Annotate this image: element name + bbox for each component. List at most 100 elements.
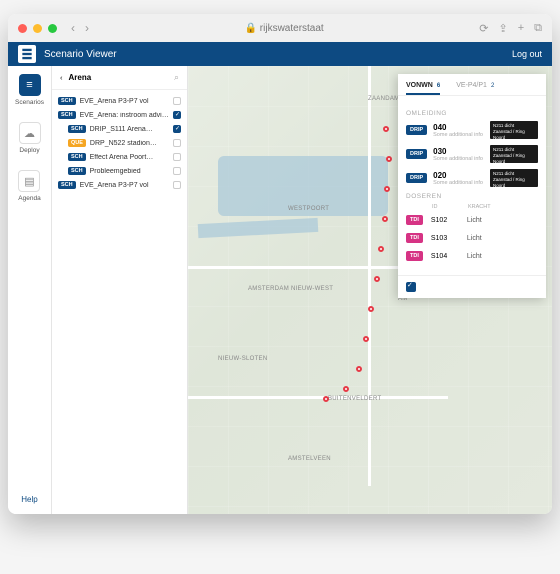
route-point[interactable] xyxy=(378,246,384,252)
forward-icon[interactable]: › xyxy=(85,21,89,35)
minimize-dot[interactable] xyxy=(33,24,42,33)
drip-sign: N211 dichtZaanstad / Ring Noord xyxy=(490,121,538,139)
tree-back-icon[interactable]: ‹ xyxy=(60,73,63,82)
tdi-header: IDKRACHT xyxy=(406,204,538,210)
back-icon[interactable]: ‹ xyxy=(71,21,75,35)
route-point[interactable] xyxy=(343,386,349,392)
tdi-value: Licht xyxy=(467,217,482,224)
tree-badge: SCH xyxy=(58,181,76,189)
share-icon[interactable]: ⇪ xyxy=(498,22,507,35)
tree-badge: SCH xyxy=(68,167,86,175)
route-point[interactable] xyxy=(383,126,389,132)
tdi-badge: TDI xyxy=(406,215,423,225)
route-point[interactable] xyxy=(363,336,369,342)
tree-checkbox[interactable] xyxy=(173,125,181,133)
app: Scenario Viewer Log out ≡ Scenarios ☁ De… xyxy=(8,42,552,514)
tree-badge: SCH xyxy=(58,111,76,119)
panel-tab[interactable]: VONWN6 xyxy=(406,78,440,95)
agenda-icon: ▤ xyxy=(18,170,40,192)
rail-item-agenda[interactable]: ▤ Agenda xyxy=(18,170,40,202)
close-dot[interactable] xyxy=(18,24,27,33)
drip-id: 030 xyxy=(433,147,484,156)
nav-rail: ≡ Scenarios ☁ Deploy ▤ Agenda Help xyxy=(8,66,52,514)
map-place-label: Westpoort xyxy=(288,206,329,212)
tree-item-label: DRIP_S111 Arena… xyxy=(90,126,169,133)
tree-item-label: DRP_N522 stadion… xyxy=(90,140,169,147)
tree-row[interactable]: SCH EVE_Arena P3-P7 vol xyxy=(52,178,187,192)
tree-badge: QUE xyxy=(68,139,86,147)
tdi-id: S102 xyxy=(431,217,459,224)
tdi-id: S103 xyxy=(431,235,459,242)
tdi-value: Licht xyxy=(467,235,482,242)
tdi-row[interactable]: TDI S103 Licht xyxy=(406,231,538,245)
tree-checkbox[interactable] xyxy=(173,139,181,147)
drip-badge: DRIP xyxy=(406,125,427,135)
tree-row[interactable]: SCH EVE_Arena: instroom advies… xyxy=(52,108,187,122)
tree-checkbox[interactable] xyxy=(173,153,181,161)
tree-row[interactable]: SCH Probleemgebied xyxy=(52,164,187,178)
add-icon[interactable]: + xyxy=(518,22,524,35)
panel-tab[interactable]: VE-P4/P12 xyxy=(456,78,494,95)
tree-row[interactable]: SCH EVE_Arena P3-P7 vol xyxy=(52,94,187,108)
tree-checkbox[interactable] xyxy=(173,97,181,105)
deploy-icon: ☁ xyxy=(19,122,41,144)
app-title: Scenario Viewer xyxy=(44,49,117,60)
tree-row[interactable]: QUE DRP_N522 stadion… xyxy=(52,136,187,150)
rail-item-scenarios[interactable]: ≡ Scenarios xyxy=(15,74,44,106)
tree-checkbox[interactable] xyxy=(173,181,181,189)
tdi-value: Licht xyxy=(467,253,482,260)
help-link[interactable]: Help xyxy=(21,495,37,504)
maximize-dot[interactable] xyxy=(48,24,57,33)
route-point[interactable] xyxy=(368,306,374,312)
tdi-row[interactable]: TDI S102 Licht xyxy=(406,213,538,227)
route-point[interactable] xyxy=(384,186,390,192)
map-place-label: Amsterdam Nieuw-West xyxy=(248,286,333,292)
app-logo xyxy=(18,45,36,63)
tree-title: Arena xyxy=(69,73,92,82)
route-point[interactable] xyxy=(386,156,392,162)
drip-id: 040 xyxy=(433,123,484,132)
logout-link[interactable]: Log out xyxy=(512,49,542,59)
tree-panel: ‹ Arena ⌕ SCH EVE_Arena P3-P7 vol SCH EV… xyxy=(52,66,188,514)
browser-titlebar: ‹ › 🔒 rijkswaterstaat ⟳ ⇪ + ⧉ xyxy=(8,14,552,42)
route-point[interactable] xyxy=(323,396,329,402)
footer-checkbox[interactable] xyxy=(406,282,416,292)
tree-row[interactable]: SCH DRIP_S111 Arena… xyxy=(52,122,187,136)
section-omleiding: OMLEIDING xyxy=(406,110,538,117)
tdi-badge: TDI xyxy=(406,233,423,243)
drip-sign: N211 dichtZaanstad / Ring Noord xyxy=(490,145,538,163)
route-point[interactable] xyxy=(356,366,362,372)
tree-checkbox[interactable] xyxy=(173,111,181,119)
drip-subtitle: Some additional info xyxy=(433,180,484,186)
drip-row[interactable]: DRIP 020 Some additional info N211 dicht… xyxy=(406,169,538,187)
drip-badge: DRIP xyxy=(406,149,427,159)
drip-row[interactable]: DRIP 030 Some additional info N211 dicht… xyxy=(406,145,538,163)
route-point[interactable] xyxy=(382,216,388,222)
tree-checkbox[interactable] xyxy=(173,167,181,175)
search-icon[interactable]: ⌕ xyxy=(174,72,179,83)
app-header: Scenario Viewer Log out xyxy=(8,42,552,66)
route-point[interactable] xyxy=(374,276,380,282)
reload-icon[interactable]: ⟳ xyxy=(479,22,488,35)
drip-subtitle: Some additional info xyxy=(433,156,484,162)
tree-badge: SCH xyxy=(68,153,86,161)
section-doseren: DOSEREN xyxy=(406,193,538,200)
tree-badge: SCH xyxy=(58,97,76,105)
drip-badge: DRIP xyxy=(406,173,427,183)
tree-item-label: EVE_Arena: instroom advies… xyxy=(80,112,169,119)
drip-sign: N211 dichtZaanstad / Ring Noord xyxy=(490,169,538,187)
drip-id: 020 xyxy=(433,171,484,180)
drip-subtitle: Some additional info xyxy=(433,132,484,138)
tree-item-label: Probleemgebied xyxy=(90,168,169,175)
map-place-label: Nieuw-Sloten xyxy=(218,356,268,362)
rail-item-deploy[interactable]: ☁ Deploy xyxy=(19,122,41,154)
tabs-icon[interactable]: ⧉ xyxy=(534,22,542,35)
map-place-label: Buitenveldert xyxy=(328,396,381,402)
tdi-row[interactable]: TDI S104 Licht xyxy=(406,249,538,263)
drip-row[interactable]: DRIP 040 Some additional info N211 dicht… xyxy=(406,121,538,139)
url-bar[interactable]: 🔒 rijkswaterstaat xyxy=(95,23,473,34)
tree-row[interactable]: SCH Effect Arena Poort… xyxy=(52,150,187,164)
map-place-label: Zaandam xyxy=(368,96,399,102)
scenarios-icon: ≡ xyxy=(19,74,41,96)
tdi-badge: TDI xyxy=(406,251,423,261)
